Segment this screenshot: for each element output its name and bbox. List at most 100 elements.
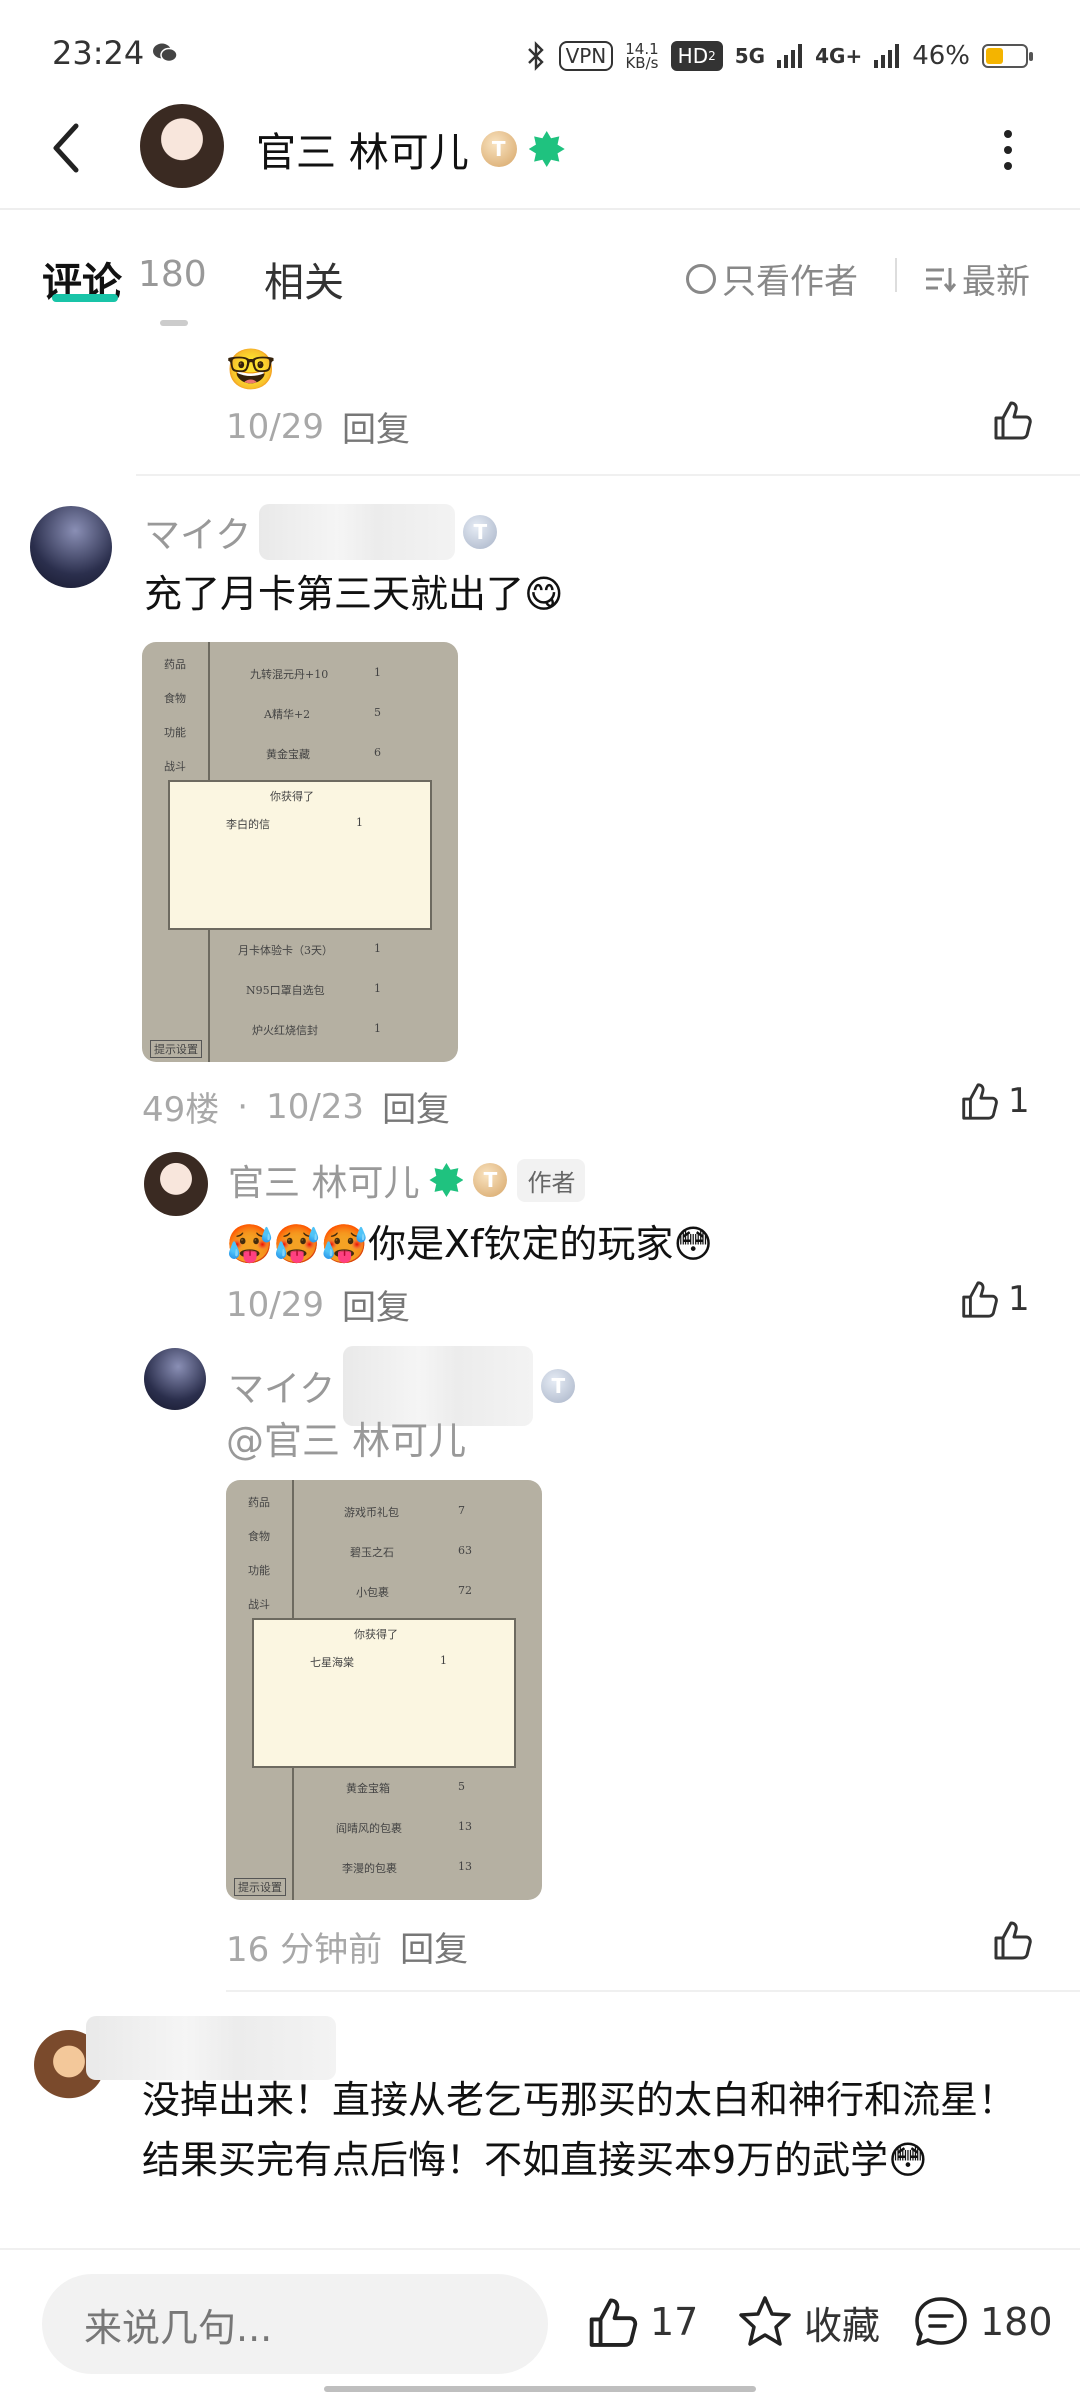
tab-comments-count: 180 (138, 254, 207, 295)
back-arrow-icon[interactable] (46, 120, 86, 176)
like-icon[interactable] (990, 398, 1034, 442)
author-only-toggle[interactable]: 只看作者 (686, 254, 858, 303)
comment-divider (226, 1990, 1080, 1992)
status-time: 23:24 (52, 34, 145, 72)
more-options-icon[interactable] (1000, 128, 1016, 172)
post-like-count: 17 (650, 2300, 699, 2344)
status-icons: VPN 14.1 KB/s HD 2 5G 4G+ 46% (525, 36, 1033, 76)
comment-input[interactable]: 来说几句... (42, 2274, 548, 2374)
game-footer-button: 提示设置 (234, 1878, 286, 1896)
game-item-name: 黄金宝藏 (266, 748, 310, 761)
commenter-avatar[interactable] (144, 1348, 206, 1410)
commenter-header[interactable]: マイク T (144, 504, 498, 560)
game-item-qty: 5 (374, 706, 381, 719)
game-side-item: 食物 (248, 1530, 270, 1543)
game-item-name: 黄金宝箱 (346, 1782, 390, 1795)
commenter-avatar[interactable] (30, 506, 112, 588)
author-avatar[interactable] (144, 1152, 208, 1216)
bluetooth-icon (527, 41, 544, 71)
game-item-qty: 5 (458, 1780, 465, 1793)
battery-percent: 46% (912, 41, 970, 71)
signal-bars-icon-2 (874, 44, 900, 68)
sort-label: 最新 (962, 262, 1030, 302)
reply-image[interactable]: 药品 食物 功能 战斗 游戏币礼包 7 碧玉之石 63 小包裹 72 你获得了 … (226, 1480, 542, 1900)
reply-button[interactable]: 回复 (400, 1922, 468, 1971)
home-indicator[interactable] (324, 2386, 756, 2392)
game-item-qty: 63 (458, 1544, 472, 1557)
emoji-reaction: 🤓 (226, 347, 276, 393)
game-item-name: 碧玉之石 (350, 1546, 394, 1559)
game-item-qty: 1 (374, 666, 381, 679)
game-item-name: 阎晴风的包裹 (336, 1822, 402, 1835)
verified-badge-icon (429, 1163, 464, 1197)
game-item-qty: 7 (458, 1504, 465, 1517)
author-name: 官三 林可儿 (256, 130, 469, 176)
game-item-name: 月卡体验卡（3天） (238, 944, 333, 957)
post-author[interactable]: 官三 林可儿 T (256, 120, 565, 178)
reply-meta: 10/29 回复 (226, 1280, 410, 1329)
like-button[interactable]: 1 (958, 1080, 1030, 1122)
game-side-item: 药品 (248, 1496, 270, 1509)
reply-author-name: マイク (228, 1369, 336, 1410)
reply-date: 10/29 (226, 1284, 324, 1325)
favorite-label: 收藏 (804, 2303, 881, 2348)
comment-text: 充了月卡第三天就出了😋 (144, 572, 564, 616)
reply-button[interactable]: 回复 (342, 402, 410, 451)
game-footer-button: 提示设置 (150, 1040, 202, 1058)
comments-count: 180 (980, 2300, 1053, 2344)
like-icon[interactable] (990, 1918, 1034, 1962)
mention-text[interactable]: @官三 林可儿 (226, 1410, 466, 1465)
comment-image[interactable]: 药品 食物 功能 战斗 九转混元丹+10 1 A精华+2 5 黄金宝藏 6 你获… (142, 642, 458, 1062)
like-count: 1 (1008, 1081, 1030, 1121)
sort-latest-button[interactable]: 最新 (924, 254, 1030, 303)
post-like-button[interactable]: 17 (584, 2294, 698, 2350)
reply-header[interactable]: 官三 林可儿 T 作者 (228, 1154, 586, 1206)
comment-divider (136, 474, 1080, 476)
game-item-name: 游戏币礼包 (344, 1506, 399, 1519)
game-side-item: 食物 (164, 692, 186, 705)
level-badge-icon: T (473, 1163, 508, 1197)
game-side-item: 功能 (248, 1564, 270, 1577)
popup-item: 李白的信 (226, 818, 270, 831)
reply-button[interactable]: 回复 (342, 1280, 410, 1329)
game-item-name: 小包裹 (356, 1586, 389, 1599)
tab-related[interactable]: 相关 (264, 250, 344, 308)
blurred-username (259, 504, 456, 560)
game-item-qty: 6 (374, 746, 381, 759)
like-icon (962, 1083, 998, 1120)
commenter-name: マイク (144, 515, 252, 556)
floor-number: 49楼 (142, 1090, 220, 1130)
comment-bubble-icon (915, 2297, 967, 2346)
comment-date: 10/23 (266, 1086, 365, 1127)
hd-badge: HD 2 (670, 41, 723, 71)
radio-circle-icon (686, 263, 716, 294)
author-avatar[interactable] (140, 104, 224, 188)
game-item-name: 炉火红烧信封 (252, 1024, 318, 1037)
game-item-name: 九转混元丹+10 (250, 668, 329, 681)
game-item-name: A精华+2 (264, 708, 311, 721)
popup-qty: 1 (440, 1654, 447, 1667)
author-tag: 作者 (517, 1158, 586, 1202)
comment-date: 10/29 (226, 406, 324, 447)
comments-button[interactable]: 180 (912, 2294, 1053, 2350)
reward-popup: 你获得了 李白的信 1 (168, 780, 432, 930)
popup-title: 你获得了 (354, 1628, 398, 1641)
signal-bars-icon (777, 44, 803, 68)
comment-meta: 49楼 · 10/23 回复 (142, 1082, 450, 1131)
level-badge-icon: T (480, 131, 517, 167)
game-item-name: 李漫的包裹 (342, 1862, 397, 1875)
game-item-qty: 1 (374, 982, 381, 995)
game-item-qty: 1 (374, 942, 381, 955)
signal-4g: 4G+ (815, 44, 863, 68)
popup-qty: 1 (356, 816, 363, 829)
author-only-label: 只看作者 (722, 262, 858, 302)
cut-off-avatar (160, 320, 188, 326)
favorite-button[interactable]: 收藏 (736, 2294, 880, 2350)
popup-title: 你获得了 (270, 790, 314, 803)
level-badge-icon: T (463, 515, 498, 549)
game-side-item: 功能 (164, 726, 186, 739)
game-item-qty: 13 (458, 1860, 472, 1873)
reply-button[interactable]: 回复 (382, 1082, 450, 1131)
like-button[interactable]: 1 (958, 1278, 1030, 1320)
like-count: 1 (1008, 1279, 1030, 1319)
